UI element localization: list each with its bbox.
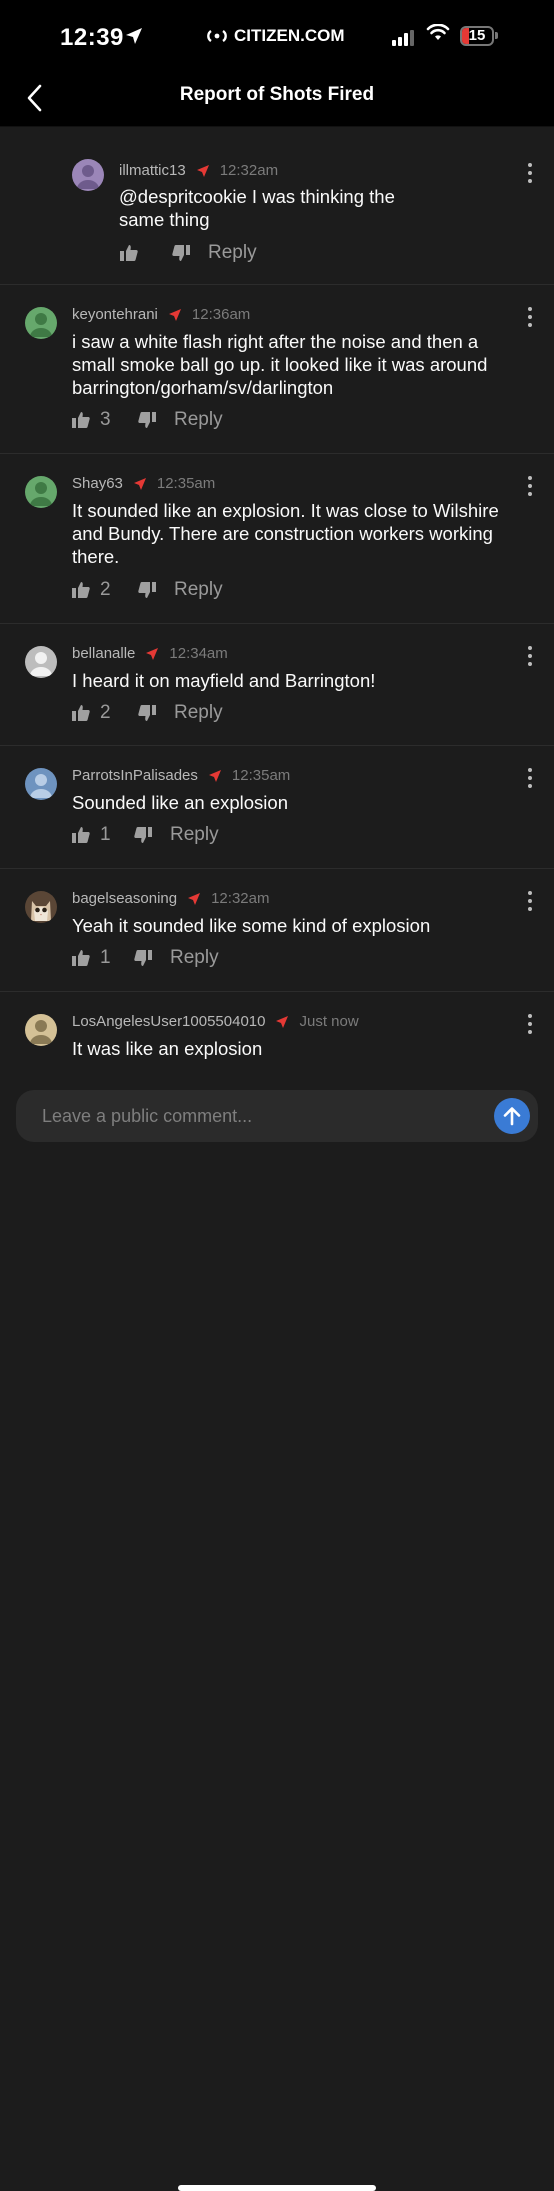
- comment-time: 12:36am: [191, 306, 251, 323]
- comment-composer: [0, 1076, 554, 2191]
- page-title: Report of Shots Fired: [179, 84, 375, 105]
- thumbs-up-icon[interactable]: [72, 827, 90, 843]
- comment-username[interactable]: illmattic13: [119, 162, 186, 179]
- comment-item: illmattic13 12:32am @despritcookie I was…: [0, 127, 554, 285]
- thumbs-down-icon[interactable]: [138, 705, 156, 721]
- comment-time: 12:32am: [219, 162, 279, 179]
- comment-item: Shay63 12:35am It sounded like an explos…: [0, 454, 554, 624]
- comment-text: Sounded like an explosion: [72, 792, 288, 813]
- thumbs-up-icon[interactable]: [72, 950, 90, 966]
- reply-button[interactable]: Reply: [174, 702, 223, 724]
- cellular-signal-icon: [392, 26, 416, 46]
- comment-item: LosAngelesUser1005504010 Just now It was…: [0, 992, 554, 1077]
- thumbs-up-icon[interactable]: [120, 245, 138, 261]
- thumbs-up-icon[interactable]: [72, 705, 90, 721]
- reply-button[interactable]: Reply: [174, 579, 223, 601]
- location-arrow-icon: [196, 164, 210, 178]
- wifi-icon: [426, 23, 450, 47]
- location-arrow-icon: [187, 892, 201, 906]
- comment-text: It sounded like an explosion. It was clo…: [72, 500, 499, 567]
- avatar[interactable]: [25, 891, 57, 923]
- comment-username[interactable]: bellanalle: [72, 645, 135, 662]
- home-indicator: [178, 2185, 376, 2191]
- comment-list: illmattic13 12:32am @despritcookie I was…: [0, 127, 554, 1077]
- avatar[interactable]: [25, 476, 57, 508]
- status-bar: 12:39 CITIZEN.COM 15: [0, 0, 554, 72]
- reply-button[interactable]: Reply: [208, 242, 257, 264]
- avatar[interactable]: [25, 646, 57, 678]
- avatar[interactable]: [25, 307, 57, 339]
- comment-time: 12:35am: [156, 475, 216, 492]
- citizen-logo-icon: [206, 29, 228, 43]
- avatar[interactable]: [25, 1014, 57, 1046]
- comment-text: i saw a white flash right after the nois…: [72, 331, 488, 398]
- thumbs-down-icon[interactable]: [134, 827, 152, 843]
- location-arrow-icon: [124, 26, 144, 51]
- reply-button[interactable]: Reply: [170, 947, 219, 969]
- thumbs-down-icon[interactable]: [172, 245, 190, 261]
- send-button[interactable]: [494, 1098, 530, 1134]
- comment-text: @despritcookie I was thinking the same t…: [119, 186, 395, 230]
- status-time: 12:39: [60, 24, 124, 51]
- location-arrow-icon: [133, 477, 147, 491]
- more-options-icon[interactable]: [528, 891, 532, 915]
- more-options-icon[interactable]: [528, 1014, 532, 1038]
- location-arrow-icon: [275, 1015, 289, 1029]
- like-count: 3: [100, 409, 111, 430]
- battery-icon: 15: [460, 25, 494, 46]
- comment-item: bellanalle 12:34am I heard it on mayfiel…: [0, 624, 554, 746]
- avatar[interactable]: [72, 159, 104, 191]
- like-count: 1: [100, 947, 111, 968]
- like-count: 1: [100, 824, 111, 845]
- reply-button[interactable]: Reply: [174, 409, 223, 431]
- comment-time: 12:35am: [231, 767, 291, 784]
- comment-username[interactable]: Shay63: [72, 475, 123, 492]
- comment-time: 12:32am: [211, 890, 270, 907]
- comment-username[interactable]: ParrotsInPalisades: [72, 767, 198, 784]
- status-site-label: CITIZEN.COM: [234, 26, 345, 45]
- comment-username[interactable]: keyontehrani: [72, 306, 158, 323]
- comment-username[interactable]: LosAngelesUser1005504010: [72, 1013, 265, 1030]
- comment-item: ParrotsInPalisades 12:35am Sounded like …: [0, 746, 554, 869]
- comment-time: Just now: [299, 1013, 359, 1030]
- arrow-up-icon: [503, 1107, 521, 1126]
- comment-text: Yeah it sounded like some kind of explos…: [72, 915, 431, 936]
- thumbs-up-icon[interactable]: [72, 412, 90, 428]
- status-site: CITIZEN.COM: [206, 26, 345, 46]
- status-indicators: 15: [392, 23, 498, 47]
- more-options-icon[interactable]: [528, 163, 532, 187]
- more-options-icon[interactable]: [528, 307, 532, 331]
- location-arrow-icon: [208, 769, 222, 783]
- battery-level: 15: [468, 27, 486, 44]
- thumbs-up-icon[interactable]: [72, 582, 90, 598]
- location-arrow-icon: [168, 308, 182, 322]
- like-count: 2: [100, 579, 111, 600]
- thumbs-down-icon[interactable]: [138, 412, 156, 428]
- more-options-icon[interactable]: [528, 646, 532, 670]
- cat-photo-avatar: [25, 891, 57, 923]
- more-options-icon[interactable]: [528, 476, 532, 500]
- comment-input[interactable]: [16, 1090, 538, 1142]
- more-options-icon[interactable]: [528, 768, 532, 792]
- comment-username[interactable]: bagelseasoning: [72, 890, 177, 907]
- comment-text: It was like an explosion: [72, 1038, 263, 1059]
- reply-button[interactable]: Reply: [170, 824, 219, 846]
- thumbs-down-icon[interactable]: [134, 950, 152, 966]
- comment-item: bagelseasoning 12:32am Yeah it sounded l…: [0, 869, 554, 992]
- avatar[interactable]: [25, 768, 57, 800]
- comment-time: 12:34am: [169, 645, 228, 662]
- comment-item: keyontehrani 12:36am i saw a white flash…: [0, 285, 554, 454]
- nav-bar: Report of Shots Fired: [0, 72, 554, 127]
- comment-text: I heard it on mayfield and Barrington!: [72, 670, 376, 691]
- location-arrow-icon: [145, 647, 159, 661]
- like-count: 2: [100, 702, 111, 723]
- thumbs-down-icon[interactable]: [138, 582, 156, 598]
